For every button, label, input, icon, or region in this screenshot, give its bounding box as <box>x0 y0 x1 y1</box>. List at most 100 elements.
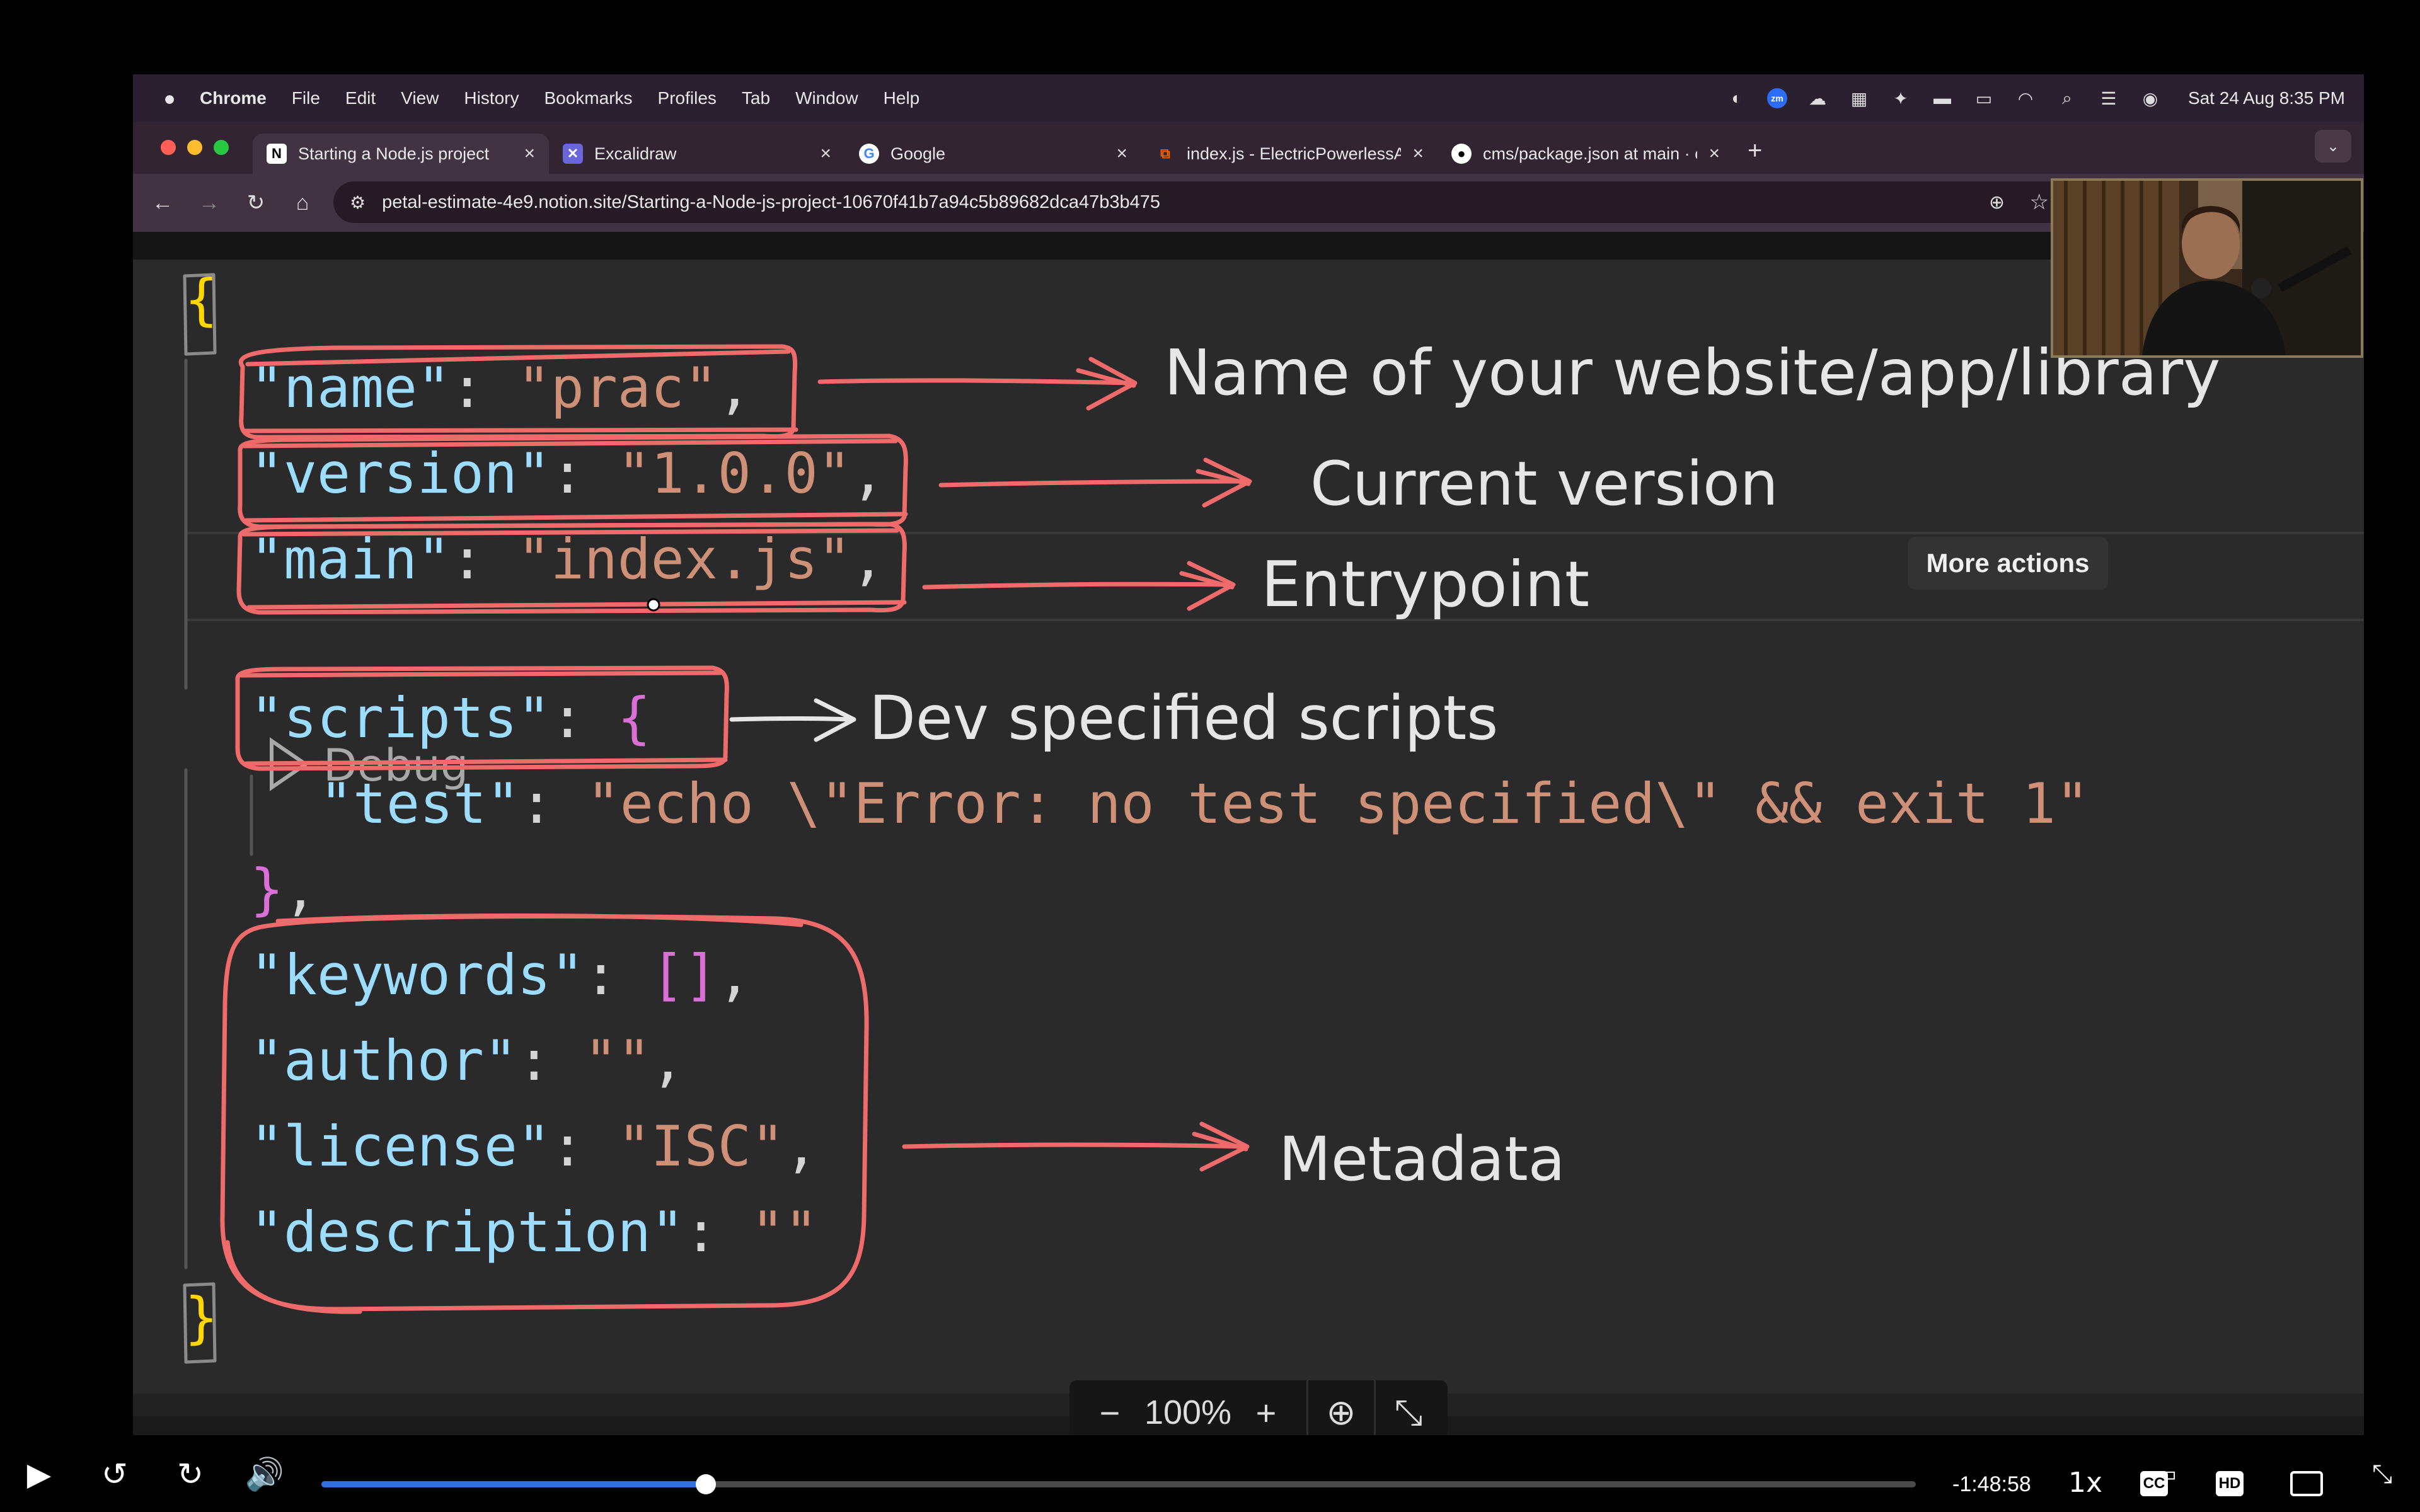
json-line-version: "version": "1.0.0", <box>250 441 885 506</box>
play-icon[interactable]: ▶ <box>25 1457 53 1492</box>
annotation-version: Current version <box>1310 449 1778 519</box>
close-tab-icon[interactable]: × <box>1708 143 1720 164</box>
site-info-icon[interactable]: ⚙ <box>350 192 366 213</box>
json-line-name: "name": "prac", <box>250 355 751 420</box>
arrow-name <box>1076 357 1138 411</box>
page-top-band <box>133 232 2364 260</box>
pip-icon[interactable] <box>2290 1471 2323 1496</box>
progress-handle[interactable] <box>696 1474 716 1494</box>
time-remaining: -1:48:58 <box>1952 1472 2031 1496</box>
address-bar[interactable]: ⚙ petal-estimate-4e9.notion.site/Startin… <box>333 181 2085 223</box>
address-url[interactable]: petal-estimate-4e9.notion.site/Starting-… <box>382 192 1160 213</box>
arrow-name <box>817 378 1136 386</box>
apple-menu-icon[interactable]: ● <box>157 87 182 110</box>
menu-history[interactable]: History <box>464 88 519 108</box>
json-line-keywords: "keywords": [], <box>250 942 751 1007</box>
arrow-scripts <box>814 698 856 742</box>
close-tab-icon[interactable]: × <box>1412 143 1424 164</box>
menu-help[interactable]: Help <box>884 88 920 108</box>
rewind-icon[interactable]: ↺ <box>97 1457 132 1492</box>
playback-speed[interactable]: 1x <box>2068 1467 2102 1499</box>
notion-icon: N <box>267 144 287 164</box>
json-line-description: "description": "" <box>250 1200 818 1264</box>
menu-clock[interactable]: Sat 24 Aug 8:35 PM <box>2188 88 2345 108</box>
collapse-icon[interactable]: ⤡ <box>1376 1380 1441 1435</box>
battery-icon[interactable]: ▭ <box>1973 87 1995 110</box>
close-tab-icon[interactable]: × <box>1116 143 1127 164</box>
fullscreen-exit-icon[interactable]: ⤡ <box>2365 1457 2400 1492</box>
replit-icon: ⧉ <box>1160 146 1170 161</box>
spotlight-search-icon[interactable]: ⌕ <box>2056 87 2078 110</box>
captions-button[interactable]: CC <box>2140 1471 2168 1496</box>
home-icon[interactable]: ⌂ <box>279 191 326 215</box>
close-window-button[interactable] <box>161 140 176 155</box>
extension-status-icon[interactable]: ✦ <box>1889 87 1912 110</box>
arrow-metadata <box>902 1142 1248 1149</box>
close-tab-icon[interactable]: × <box>820 143 831 164</box>
grid-status-icon[interactable]: ▦ <box>1848 87 1870 110</box>
tab-title: index.js - ElectricPowerlessA <box>1187 144 1401 163</box>
video-player-controls: ▶ ↺ ↻ 🔊 ▭ ⤡ <box>0 1435 2420 1512</box>
minimize-window-button[interactable] <box>187 140 202 155</box>
menu-profiles[interactable]: Profiles <box>658 88 717 108</box>
cloud-status-icon[interactable]: ☁ <box>1806 87 1829 110</box>
tab-github[interactable]: ● cms/package.json at main · c × <box>1438 134 1734 174</box>
cursor-icon <box>647 598 660 612</box>
arrow-main <box>1179 561 1236 611</box>
zoom-level: 100% <box>1144 1394 1232 1431</box>
bookmark-star-icon[interactable]: ☆ <box>2030 190 2049 215</box>
globe-status-icon[interactable]: ◐ <box>1726 87 1748 110</box>
arrow-metadata <box>1192 1121 1250 1172</box>
window-controls <box>161 140 229 155</box>
tab-notion[interactable]: N Starting a Node.js project × <box>253 134 549 174</box>
zoom-status-icon[interactable]: zm <box>1766 88 1787 108</box>
siri-icon[interactable]: ◉ <box>2139 87 2162 110</box>
progress-played <box>321 1481 706 1487</box>
close-tab-icon[interactable]: × <box>524 143 535 164</box>
menu-file[interactable]: File <box>292 88 320 108</box>
tab-search-chevron-icon[interactable]: ⌄ <box>2315 130 2351 163</box>
macos-menu-bar: ● Chrome File Edit View History Bookmark… <box>133 74 2364 122</box>
menu-tab[interactable]: Tab <box>742 88 770 108</box>
control-center-icon[interactable]: ☰ <box>2097 87 2120 110</box>
forward-arrow-icon[interactable]: → <box>186 191 233 215</box>
image-zoom-toolbar: − 100% + ⊕ ⤡ <box>1069 1380 1448 1435</box>
zoom-magnifier-icon[interactable]: ⊕ <box>1989 192 2005 214</box>
browser-toolbar: ← → ↻ ⌂ ⚙ petal-estimate-4e9.notion.site… <box>133 174 2364 232</box>
menu-bookmarks[interactable]: Bookmarks <box>544 88 632 108</box>
forward-icon[interactable]: ↻ <box>173 1457 208 1492</box>
json-open-brace: { <box>185 267 218 332</box>
tab-title: Google <box>890 144 946 163</box>
tab-title: Starting a Node.js project <box>298 144 490 163</box>
tab-google[interactable]: G Google × <box>845 134 1141 174</box>
code-image: { "name": "prac", "version": "1.0.0", "m… <box>133 260 2364 1394</box>
screen-recording-frame: ● Chrome File Edit View History Bookmark… <box>133 74 2364 1435</box>
menu-app-name[interactable]: Chrome <box>200 88 267 108</box>
json-scripts-close: }, <box>250 857 317 922</box>
back-arrow-icon[interactable]: ← <box>139 191 186 215</box>
wifi-icon[interactable]: ◠ <box>2014 87 2037 110</box>
menu-window[interactable]: Window <box>795 88 858 108</box>
zoom-out-button[interactable]: − <box>1069 1380 1150 1435</box>
notion-page-content: { "name": "prac", "version": "1.0.0", "m… <box>133 232 2364 1435</box>
maximize-window-button[interactable] <box>214 140 229 155</box>
hd-quality-button[interactable]: HD <box>2216 1471 2244 1496</box>
reload-icon[interactable]: ↻ <box>233 190 279 215</box>
menu-edit[interactable]: Edit <box>345 88 376 108</box>
json-close-brace: } <box>185 1285 218 1350</box>
json-line-test: "test": "echo \"Error: no test specified… <box>320 771 2089 836</box>
github-icon: ● <box>1451 144 1472 164</box>
zoom-in-button[interactable]: + <box>1226 1380 1306 1435</box>
menu-view[interactable]: View <box>401 88 439 108</box>
browser-tab-strip: N Starting a Node.js project × ✕ Excalid… <box>133 122 2364 174</box>
arrow-scripts <box>729 716 854 722</box>
tab-excalidraw[interactable]: ✕ Excalidraw × <box>549 134 845 174</box>
tab-replit[interactable]: ⧉ index.js - ElectricPowerlessA × <box>1141 134 1438 174</box>
keyboard-status-icon[interactable]: ▬ <box>1931 87 1954 110</box>
status-area: ◐ zm ☁ ▦ ✦ ▬ ▭ ◠ ⌕ ☰ ◉ Sat 24 Aug 8:35 P… <box>1726 74 2345 122</box>
more-actions-tooltip: More actions <box>1908 537 2108 590</box>
download-icon[interactable]: ⊕ <box>1308 1380 1374 1435</box>
new-tab-button[interactable]: + <box>1748 137 1762 165</box>
volume-icon[interactable]: 🔊 <box>245 1457 284 1492</box>
webcam-image <box>2053 181 2361 355</box>
